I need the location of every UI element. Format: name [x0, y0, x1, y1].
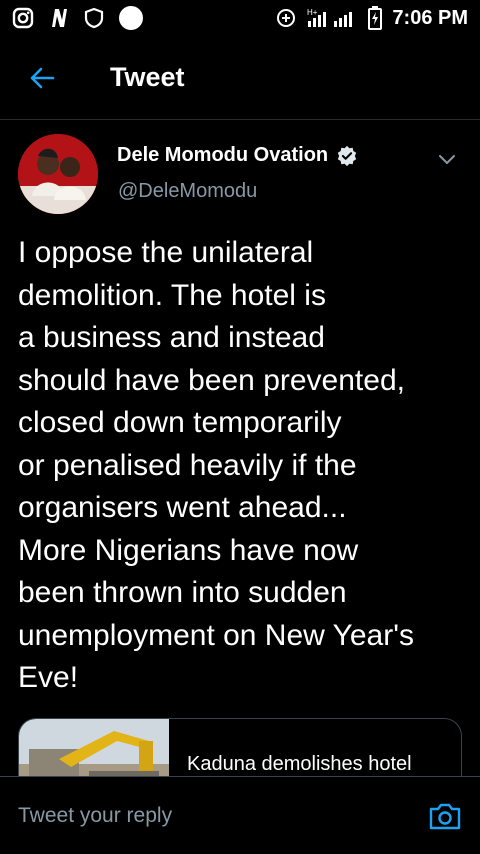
status-time: 7:06 PM [392, 6, 468, 29]
tweet-line: unemployment on New Year's [18, 618, 414, 652]
circle-icon [118, 5, 144, 31]
camera-icon[interactable] [428, 799, 462, 833]
n-app-icon [48, 7, 70, 29]
tweet-line: organisers went ahead... [18, 491, 347, 524]
signal-icon: H+ [306, 7, 358, 29]
tweet-line: More Nigerians have now [18, 533, 359, 567]
page-title: Tweet [110, 62, 185, 92]
nav-bar-edge [0, 846, 480, 854]
avatar[interactable] [18, 134, 98, 214]
author-name-text: Dele Momodu Ovation [117, 144, 329, 166]
instagram-icon [12, 7, 34, 29]
shield-icon [84, 7, 104, 29]
status-bar: H+ 7:06 PM [0, 0, 480, 36]
tweet-line: Eve! [18, 661, 79, 694]
tweet-line: demolition. The hotel is [18, 278, 326, 312]
data-saver-icon [276, 8, 296, 28]
battery-charging-icon [368, 6, 383, 30]
tweet-line: should have been prevented, [18, 363, 405, 397]
tweet-line: been thrown into sudden [18, 576, 347, 609]
arrow-left-icon [30, 67, 55, 88]
tweet-line: a business and instead [18, 321, 325, 354]
author-name[interactable]: Dele Momodu Ovation [117, 144, 358, 167]
tweet-line: closed down temporarily [18, 406, 342, 439]
tweet-text: I oppose the unilateral demolition. The … [18, 232, 470, 700]
tweet-header: Dele Momodu Ovation @DeleMomodu [0, 120, 480, 220]
reply-bar: Tweet your reply [0, 776, 480, 854]
verified-badge-icon [337, 145, 357, 166]
app-header: Tweet [0, 36, 480, 120]
tweet-line: or penalised heavily if the [18, 448, 357, 482]
author-handle[interactable]: @DeleMomodu [118, 180, 257, 203]
svg-text:H+: H+ [307, 8, 318, 17]
tweet-line: I oppose the unilateral [18, 236, 314, 269]
back-button[interactable] [0, 36, 80, 120]
reply-input[interactable]: Tweet your reply [18, 804, 172, 828]
chevron-down-icon[interactable] [436, 148, 458, 170]
